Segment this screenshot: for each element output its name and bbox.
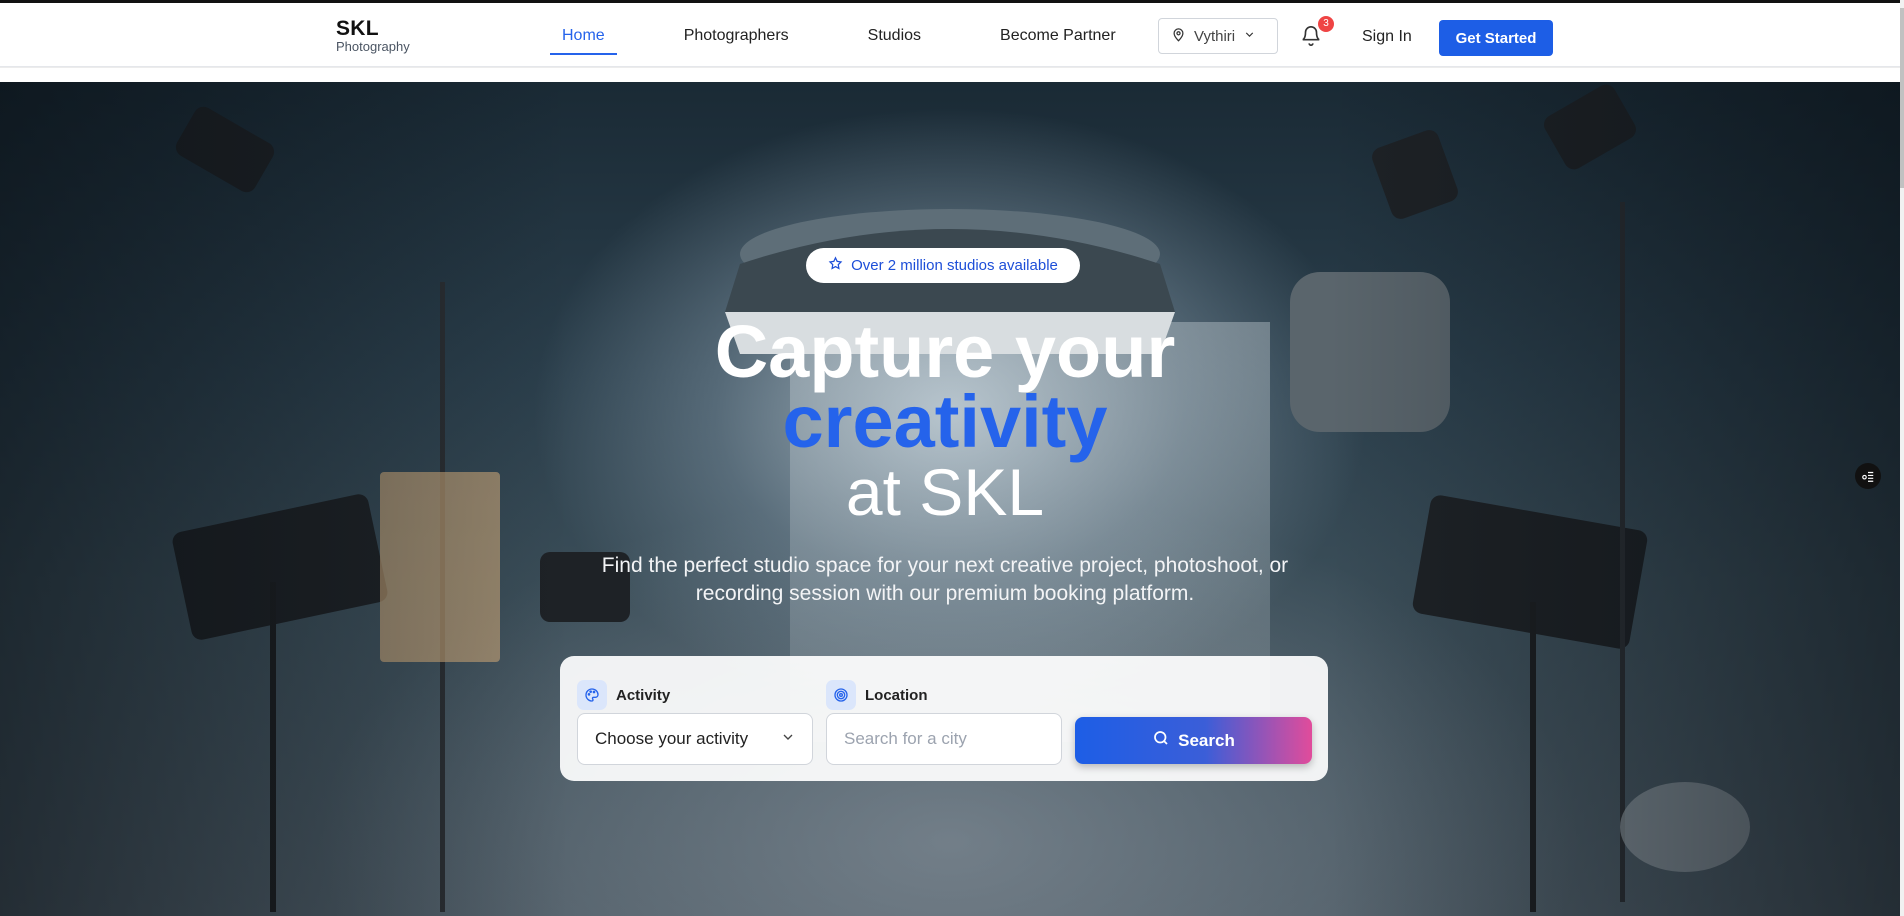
activity-label: Activity — [577, 680, 670, 710]
map-pin-icon — [1171, 27, 1186, 46]
brand-tagline: Photography — [336, 39, 410, 54]
city-search-input[interactable] — [826, 713, 1062, 765]
palette-icon — [577, 680, 607, 710]
activity-select-value: Choose your activity — [595, 729, 749, 748]
brand-logo[interactable]: SKL Photography — [336, 18, 410, 54]
hero-title-line-3: at SKL — [845, 455, 1045, 529]
star-icon — [828, 256, 843, 275]
nav-divider — [0, 66, 1900, 67]
search-card: Activity Location Choose your activity S… — [560, 656, 1328, 781]
main-nav: Home Photographers Studios Become Partne… — [550, 23, 1183, 55]
get-started-button[interactable]: Get Started — [1439, 20, 1553, 56]
hero-title-highlight: creativity — [782, 380, 1108, 463]
chevron-down-icon — [780, 729, 796, 750]
hero-subtitle: Find the perfect studio space for your n… — [601, 554, 1289, 605]
search-button-label: Search — [1178, 730, 1235, 750]
search-button[interactable]: Search — [1075, 717, 1312, 764]
chevron-down-icon — [1243, 28, 1256, 45]
studios-count-badge: Over 2 million studios available — [806, 248, 1080, 283]
nav-item-photographers[interactable]: Photographers — [672, 23, 801, 55]
top-navbar: SKL Photography Home Photographers Studi… — [0, 0, 1900, 68]
floating-tool-icon[interactable] — [1855, 463, 1881, 489]
sign-in-link[interactable]: Sign In — [1362, 28, 1412, 46]
nav-item-studios[interactable]: Studios — [856, 23, 933, 55]
activity-label-text: Activity — [616, 686, 671, 704]
brand-name: SKL — [336, 17, 379, 40]
location-value: Vythiri — [1194, 27, 1236, 45]
nav-item-become-partner[interactable]: Become Partner — [988, 23, 1128, 55]
scrollbar-thumb[interactable] — [1900, 8, 1904, 188]
nav-item-home[interactable]: Home — [550, 23, 617, 55]
notification-badge: 3 — [1318, 16, 1334, 32]
location-label: Location — [826, 680, 928, 710]
location-selector[interactable]: Vythiri — [1158, 18, 1278, 54]
badge-text: Over 2 million studios available — [851, 257, 1058, 274]
location-label-text: Location — [865, 686, 928, 704]
target-icon — [826, 680, 856, 710]
search-icon — [1152, 729, 1170, 752]
activity-select[interactable]: Choose your activity — [577, 713, 813, 765]
